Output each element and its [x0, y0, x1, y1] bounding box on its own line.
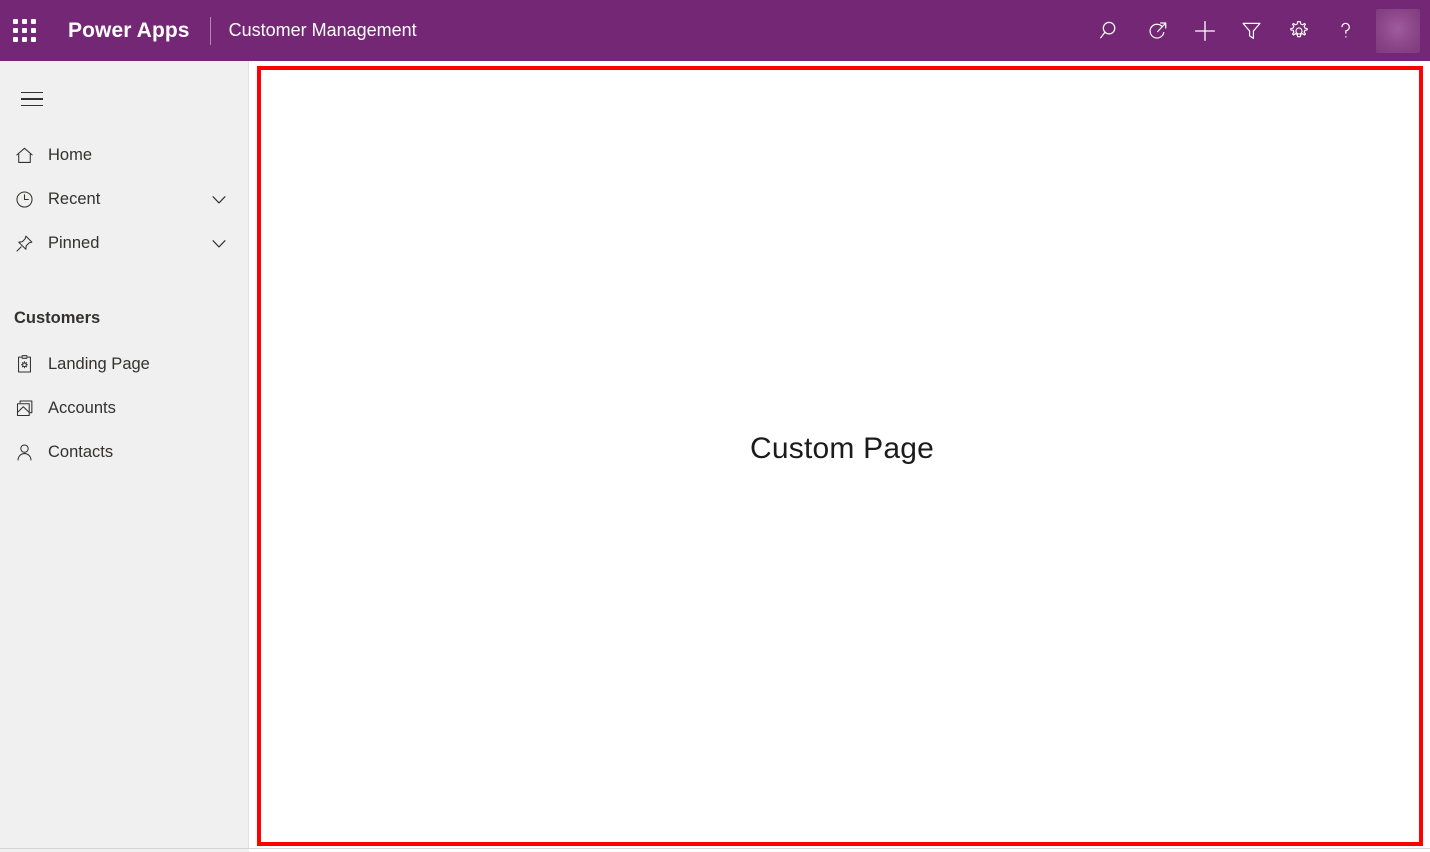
power-apps-window: Power Apps Customer Management — [0, 0, 1430, 852]
app-launcher-waffle-icon — [13, 19, 36, 42]
page-title: Custom Page — [750, 432, 934, 466]
header-actions — [1087, 0, 1430, 61]
sidebar-primary-nav: Home Recent — [0, 133, 248, 265]
clock-icon — [14, 189, 44, 210]
settings-button[interactable] — [1275, 0, 1322, 61]
sidebar-item-label: Accounts — [48, 399, 116, 418]
gear-icon — [1288, 20, 1310, 42]
hamburger-menu-icon — [21, 92, 43, 107]
brand-title[interactable]: Power Apps — [68, 19, 190, 43]
sidebar-item-landing-page[interactable]: Landing Page — [0, 342, 248, 386]
sidebar: Home Recent — [0, 61, 249, 852]
plus-icon — [1193, 19, 1217, 43]
pin-icon — [14, 233, 44, 254]
chevron-down-icon[interactable] — [208, 188, 236, 210]
sidebar-group-nav: Landing Page Accounts — [0, 342, 248, 474]
circle-arrow-icon — [1146, 19, 1169, 42]
sidebar-item-label: Recent — [48, 190, 100, 209]
custom-page-highlight-frame: Custom Page — [257, 66, 1423, 846]
sidebar-group-title: Customers — [0, 309, 248, 328]
filter-icon — [1240, 19, 1263, 42]
main-content-area: Custom Page — [249, 61, 1430, 852]
app-name-label[interactable]: Customer Management — [229, 20, 417, 41]
filter-button[interactable] — [1228, 0, 1275, 61]
header-divider — [210, 17, 211, 45]
sidebar-item-home[interactable]: Home — [0, 133, 248, 177]
top-header-bar: Power Apps Customer Management — [0, 0, 1430, 61]
home-icon — [14, 145, 44, 166]
clipboard-gear-icon — [14, 354, 44, 375]
person-icon — [14, 442, 44, 463]
sidebar-item-pinned[interactable]: Pinned — [0, 221, 248, 265]
search-icon — [1099, 19, 1122, 42]
sidebar-item-recent[interactable]: Recent — [0, 177, 248, 221]
sidebar-item-label: Contacts — [48, 443, 113, 462]
app-body: Home Recent — [0, 61, 1430, 852]
sidebar-item-accounts[interactable]: Accounts — [0, 386, 248, 430]
chevron-down-icon[interactable] — [208, 232, 236, 254]
search-button[interactable] — [1087, 0, 1134, 61]
sidebar-item-label: Landing Page — [48, 355, 150, 374]
sidebar-item-label: Home — [48, 146, 92, 165]
new-button[interactable] — [1181, 0, 1228, 61]
question-mark-icon — [1334, 19, 1357, 42]
accounts-card-icon — [14, 398, 44, 419]
sidebar-item-label: Pinned — [48, 234, 99, 253]
help-button[interactable] — [1322, 0, 1369, 61]
app-launcher-button[interactable] — [0, 0, 48, 61]
avatar[interactable] — [1376, 9, 1420, 53]
quick-launch-button[interactable] — [1134, 0, 1181, 61]
sidebar-item-contacts[interactable]: Contacts — [0, 430, 248, 474]
hamburger-menu-button[interactable] — [8, 75, 56, 123]
